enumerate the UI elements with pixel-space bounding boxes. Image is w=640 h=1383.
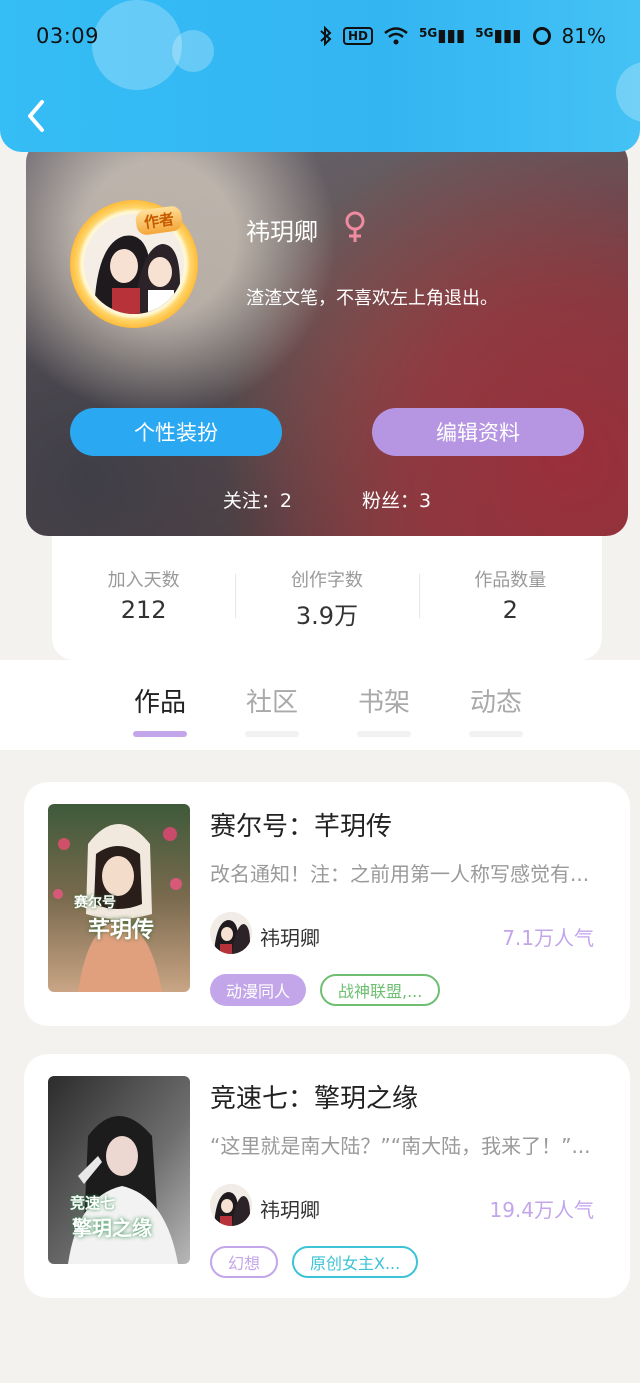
cover-subtitle: 竞速七 <box>70 1194 116 1212</box>
book-card[interactable]: 赛尔号 芊玥传 赛尔号：芊玥传 改名通知！注：之前用第一人称写感觉有... 祎玥… <box>24 782 630 1026</box>
profile-card: 作者 祎玥卿 渣渣文笔，不喜欢左上角退出。 个性装扮 编辑资料 关注：2 粉丝：… <box>26 140 628 536</box>
stat-join-days: 加入天数 212 <box>52 566 235 660</box>
book-cover[interactable]: 赛尔号 芊玥传 <box>48 804 190 992</box>
book-popularity: 19.4万人气 <box>489 1198 594 1222</box>
stat-label: 创作字数 <box>290 570 363 591</box>
status-time: 03:09 <box>36 24 100 48</box>
book-cover[interactable]: 竞速七 擎玥之缘 <box>48 1076 190 1264</box>
battery-icon <box>532 27 551 45</box>
tab-label: 动态 <box>469 688 522 718</box>
book-tag[interactable]: 动漫同人 <box>210 974 307 1006</box>
book-popularity: 7.1万人气 <box>502 926 594 950</box>
tab-indicator <box>133 731 187 737</box>
battery-level: 81% <box>561 24 606 48</box>
tab-label: 作品 <box>133 688 186 718</box>
stat-value: 212 <box>120 596 167 624</box>
author-small-avatar <box>210 912 252 954</box>
cover-title: 擎玥之缘 <box>72 1216 152 1240</box>
tab-works[interactable]: 作品 <box>120 682 200 737</box>
author-small-avatar <box>210 1184 252 1226</box>
follow-stats: 关注：2 粉丝：3 <box>26 486 628 513</box>
book-card[interactable]: 竞速七 擎玥之缘 竞速七：擎玥之缘 “这里就是南大陆？”“南大陆，我来了！”..… <box>24 1054 630 1298</box>
wifi-icon <box>384 27 408 45</box>
tab-label: 社区 <box>245 688 298 718</box>
fans-count[interactable]: 粉丝：3 <box>362 486 431 513</box>
book-tag[interactable]: 原创女主X... <box>292 1246 419 1278</box>
tab-community[interactable]: 社区 <box>232 682 312 737</box>
tab-label: 书架 <box>357 688 410 718</box>
decor-bubble <box>92 0 182 90</box>
book-description: 改名通知！注：之前用第一人称写感觉有... <box>210 862 590 886</box>
bluetooth-icon <box>320 25 332 47</box>
signal-5g-icon: 5G▮▮▮ <box>418 26 466 46</box>
back-arrow-icon[interactable] <box>20 92 60 140</box>
book-title[interactable]: 竞速七：擎玥之缘 <box>210 1078 418 1115</box>
bottom-spacer <box>0 1300 640 1383</box>
stat-label: 作品数量 <box>474 570 547 591</box>
net-type-1: 5G <box>418 26 438 40</box>
stat-value: 3.9万 <box>295 602 359 630</box>
tab-bookshelf[interactable]: 书架 <box>344 682 424 737</box>
stat-word-count: 创作字数 3.9万 <box>235 566 418 660</box>
cover-subtitle: 赛尔号 <box>74 895 116 911</box>
stats-card: 加入天数 212 创作字数 3.9万 作品数量 2 <box>52 518 602 660</box>
book-author: 祎玥卿 <box>260 926 320 950</box>
decor-bubble <box>172 30 214 72</box>
top-header: 03:09 HD 5G▮▮▮ 5G▮▮▮ 81% <box>0 0 640 152</box>
tab-indicator <box>245 731 299 737</box>
decor-bubble <box>616 62 640 122</box>
book-tag[interactable]: 幻想 <box>210 1246 279 1278</box>
stat-value: 2 <box>502 596 518 624</box>
book-tag[interactable]: 战神联盟,... <box>320 974 441 1006</box>
tab-indicator <box>469 731 523 737</box>
stat-label: 加入天数 <box>107 570 180 591</box>
book-title[interactable]: 赛尔号：芊玥传 <box>210 806 392 843</box>
net-type-2: 5G <box>475 26 494 40</box>
tab-activity[interactable]: 动态 <box>456 682 536 737</box>
book-author: 祎玥卿 <box>260 1198 320 1222</box>
user-bio: 渣渣文笔，不喜欢左上角退出。 <box>246 288 498 309</box>
edit-profile-button[interactable]: 编辑资料 <box>372 408 584 456</box>
user-name: 祎玥卿 <box>246 218 318 246</box>
hd-badge: HD <box>342 27 373 45</box>
following-count[interactable]: 关注：2 <box>223 486 292 513</box>
status-icons: HD 5G▮▮▮ 5G▮▮▮ 81% <box>319 24 606 48</box>
tab-indicator <box>357 731 411 737</box>
personal-dress-button[interactable]: 个性装扮 <box>70 408 282 456</box>
female-gender-icon <box>345 211 365 242</box>
content-tabs: 作品 社区 书架 动态 <box>0 660 640 750</box>
book-description: “这里就是南大陆？”“南大陆，我来了！”... <box>210 1134 591 1158</box>
signal-5g-icon: 5G▮▮▮ <box>475 26 522 46</box>
stat-works-count: 作品数量 2 <box>418 566 602 660</box>
cover-title: 芊玥传 <box>88 918 155 943</box>
